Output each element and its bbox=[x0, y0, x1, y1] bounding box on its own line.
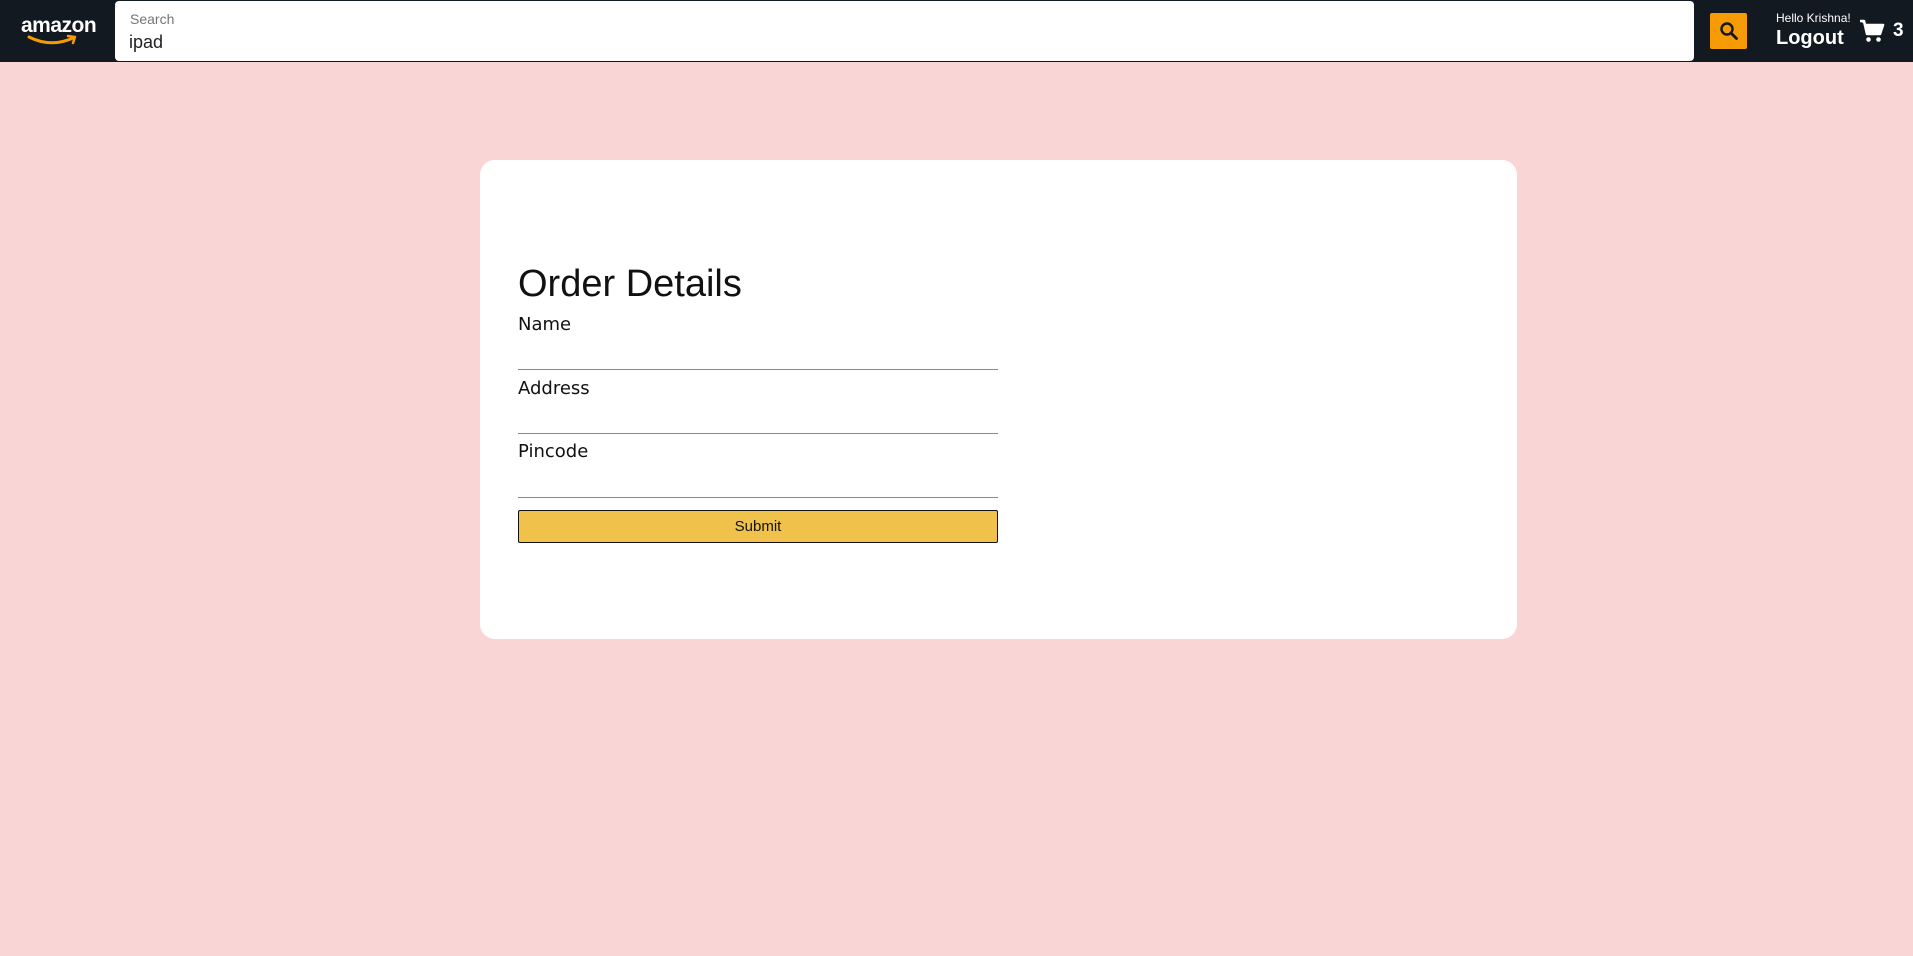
search-button[interactable] bbox=[1710, 13, 1747, 49]
address-field[interactable] bbox=[518, 408, 998, 434]
name-field[interactable] bbox=[518, 344, 998, 370]
cart-button[interactable]: 3 bbox=[1859, 18, 1913, 44]
pincode-label: Pincode bbox=[518, 441, 589, 462]
submit-button[interactable]: Submit bbox=[518, 510, 998, 543]
search-icon bbox=[1719, 22, 1738, 40]
search-box[interactable]: Search bbox=[115, 1, 1694, 61]
name-label: Name bbox=[518, 314, 572, 335]
top-navbar: amazon Search Hello Krishna! Logout 3 bbox=[0, 0, 1913, 62]
search-input[interactable] bbox=[129, 30, 1669, 54]
amazon-logo[interactable]: amazon bbox=[21, 14, 97, 45]
logout-link[interactable]: Logout bbox=[1776, 27, 1844, 50]
search-label: Search bbox=[130, 11, 175, 27]
shopping-cart-icon bbox=[1860, 19, 1885, 42]
address-label: Address bbox=[518, 378, 590, 399]
pincode-field[interactable] bbox=[518, 472, 998, 498]
user-greeting: Hello Krishna! bbox=[1776, 11, 1851, 25]
order-details-card: Order Details Name Address Pincode Submi… bbox=[480, 160, 1517, 639]
cart-count: 3 bbox=[1893, 20, 1904, 41]
page-title: Order Details bbox=[518, 263, 742, 305]
logo-smile-icon bbox=[27, 34, 77, 45]
